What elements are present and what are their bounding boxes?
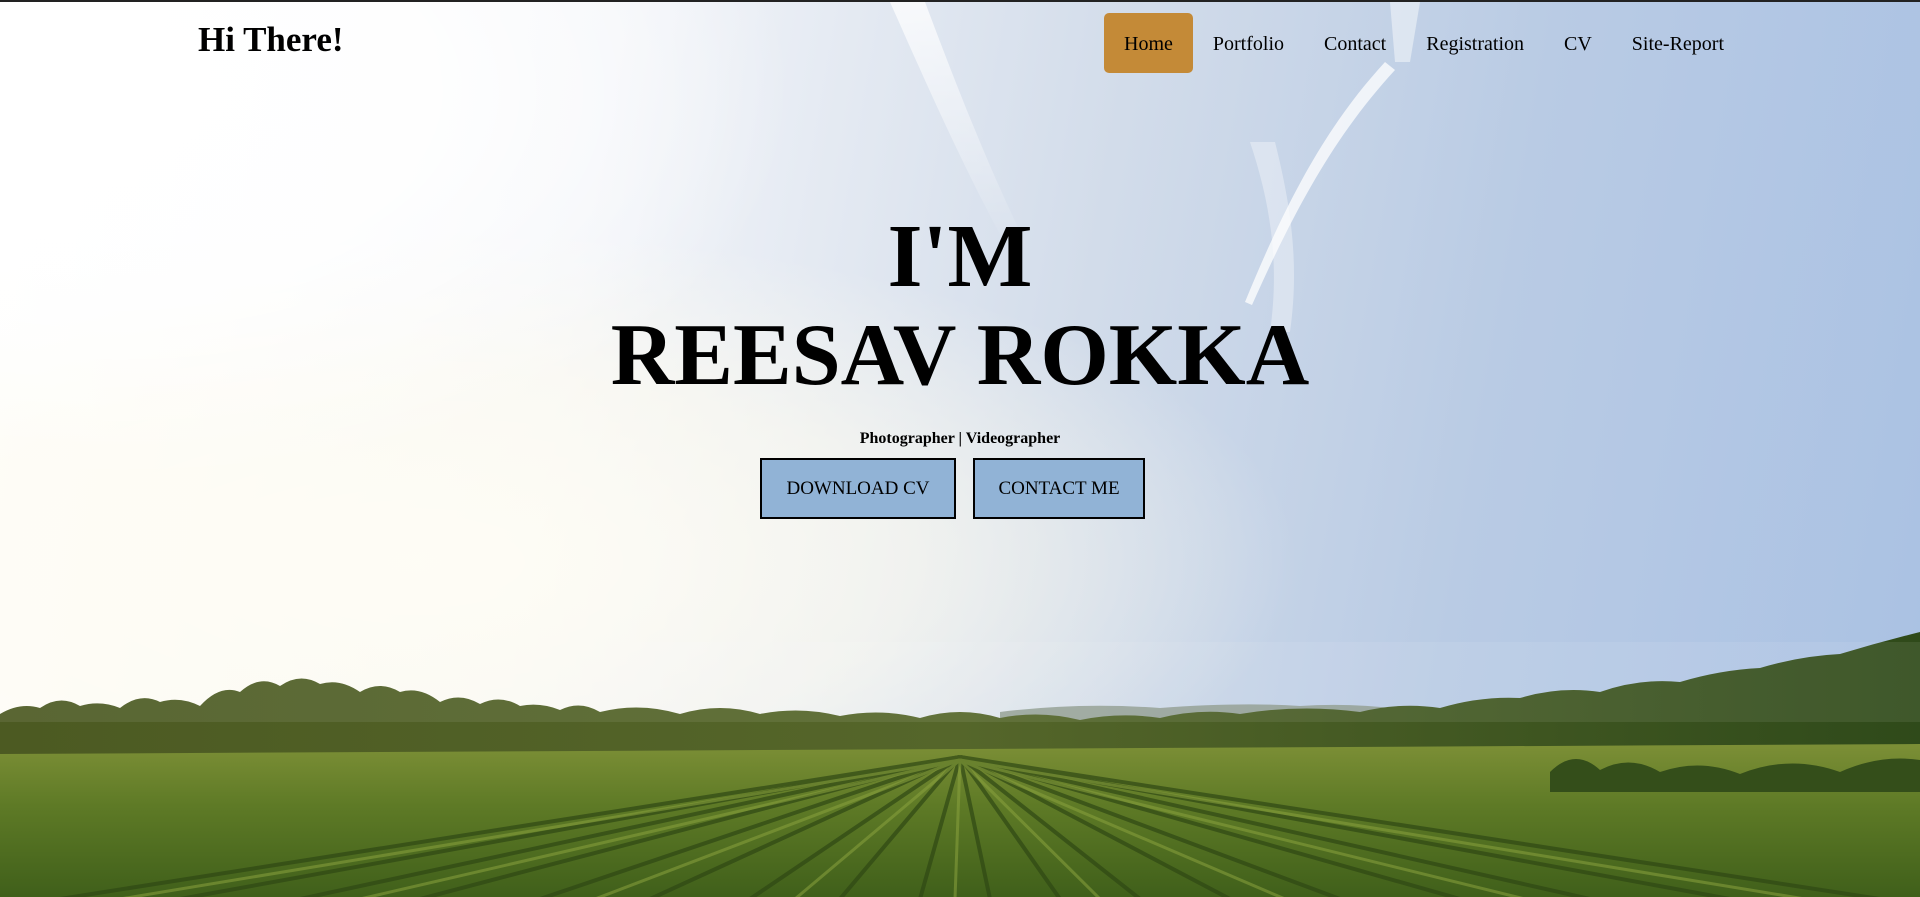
hero-heading-intro: I'M — [887, 207, 1033, 306]
nav-item-cv[interactable]: CV — [1544, 13, 1612, 73]
main-nav: Home Portfolio Contact Registration CV S… — [1104, 13, 1744, 73]
landscape-illustration — [0, 2, 1920, 897]
contact-me-button[interactable]: CONTACT ME — [973, 458, 1145, 519]
nav-item-contact[interactable]: Contact — [1304, 13, 1406, 73]
nav-item-registration[interactable]: Registration — [1406, 13, 1544, 73]
hero-heading-name: REESAV ROKKA — [610, 307, 1310, 404]
hero-tagline: Photographer | Videographer — [859, 430, 1061, 447]
nav-item-site-report[interactable]: Site-Report — [1612, 13, 1744, 73]
site-brand: Hi There! — [198, 20, 344, 59]
nav-item-home[interactable]: Home — [1104, 13, 1193, 73]
nav-item-portfolio[interactable]: Portfolio — [1193, 13, 1304, 73]
download-cv-button[interactable]: DOWNLOAD CV — [760, 458, 956, 519]
page: Hi There! Home Portfolio Contact Registr… — [0, 0, 1920, 897]
hero-background-image — [0, 2, 1920, 897]
